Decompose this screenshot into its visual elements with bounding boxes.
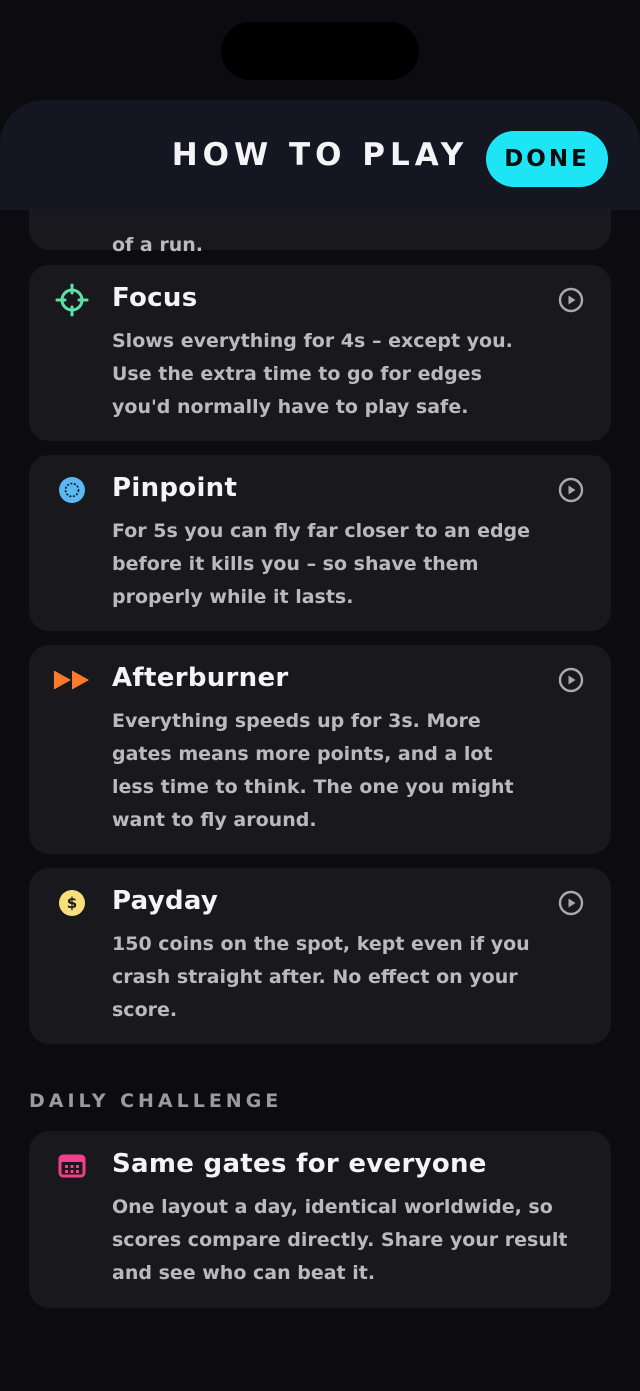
target-dot-icon [53, 473, 91, 507]
powerup-card-focus: Focus Slows everything for 4s – except y… [29, 265, 611, 441]
powerup-title: Pinpoint [112, 473, 238, 503]
daily-challenge-card: Same gates for everyone One layout a day… [29, 1131, 611, 1308]
scroll-content[interactable]: of a run. Focus Slows everything for 4s … [0, 100, 640, 1391]
coin-icon: $ [53, 886, 91, 920]
dynamic-island [221, 22, 419, 80]
powerup-title: Afterburner [112, 663, 289, 693]
play-preview-icon[interactable] [558, 890, 584, 916]
play-preview-icon[interactable] [558, 667, 584, 693]
sheet-header: HOW TO PLAY DONE [0, 100, 640, 210]
powerup-title: Focus [112, 283, 198, 313]
crosshair-icon [53, 283, 91, 317]
daily-challenge-description: One layout a day, identical worldwide, s… [112, 1196, 568, 1284]
done-button[interactable]: DONE [486, 131, 608, 187]
powerup-description: Everything speeds up for 3s. More gates … [112, 710, 514, 831]
play-preview-icon[interactable] [558, 287, 584, 313]
powerup-description: For 5s you can fly far closer to an edge… [112, 520, 531, 608]
partial-card-text: of a run. [112, 234, 204, 256]
screen: of a run. Focus Slows everything for 4s … [0, 0, 640, 1391]
calendar-icon [53, 1149, 91, 1183]
play-preview-icon[interactable] [558, 477, 584, 503]
section-label-daily-challenge: DAILY CHALLENGE [29, 1090, 283, 1112]
coin-symbol: $ [66, 894, 78, 912]
how-to-play-sheet: of a run. Focus Slows everything for 4s … [0, 100, 640, 1391]
daily-challenge-title: Same gates for everyone [112, 1149, 487, 1179]
powerup-description: Slows everything for 4s – except you. Us… [112, 330, 513, 418]
powerup-card-afterburner: Afterburner Everything speeds up for 3s.… [29, 645, 611, 854]
powerup-card-payday: $ Payday 150 coins on the spot, kept eve… [29, 868, 611, 1044]
powerup-description: 150 coins on the spot, kept even if you … [112, 933, 530, 1021]
powerup-card-pinpoint: Pinpoint For 5s you can fly far closer t… [29, 455, 611, 631]
fast-forward-icon [53, 663, 91, 697]
powerup-title: Payday [112, 886, 219, 916]
